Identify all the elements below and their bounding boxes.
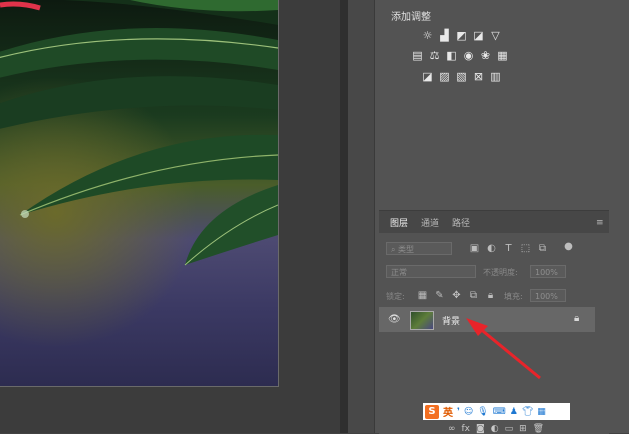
microphone-icon[interactable]: 🎙︎ xyxy=(477,407,488,417)
user-icon[interactable]: ♟ xyxy=(510,407,518,417)
ime-mode-toggle[interactable]: 英 xyxy=(443,404,453,419)
emoji-icon[interactable]: ☺ xyxy=(464,407,473,417)
punctuation-icon[interactable]: ❜ xyxy=(457,407,460,417)
sogou-logo-icon[interactable]: S xyxy=(425,404,439,419)
toolbox-icon[interactable]: ▦ xyxy=(537,407,546,417)
ime-toolbar[interactable]: S 英 ❜ ☺ 🎙︎ ⌨ ♟ 👕︎ ▦ xyxy=(423,403,570,420)
skin-icon[interactable]: 👕︎ xyxy=(522,407,533,417)
annotation-arrow xyxy=(466,318,541,380)
keyboard-icon[interactable]: ⌨ xyxy=(493,407,506,417)
